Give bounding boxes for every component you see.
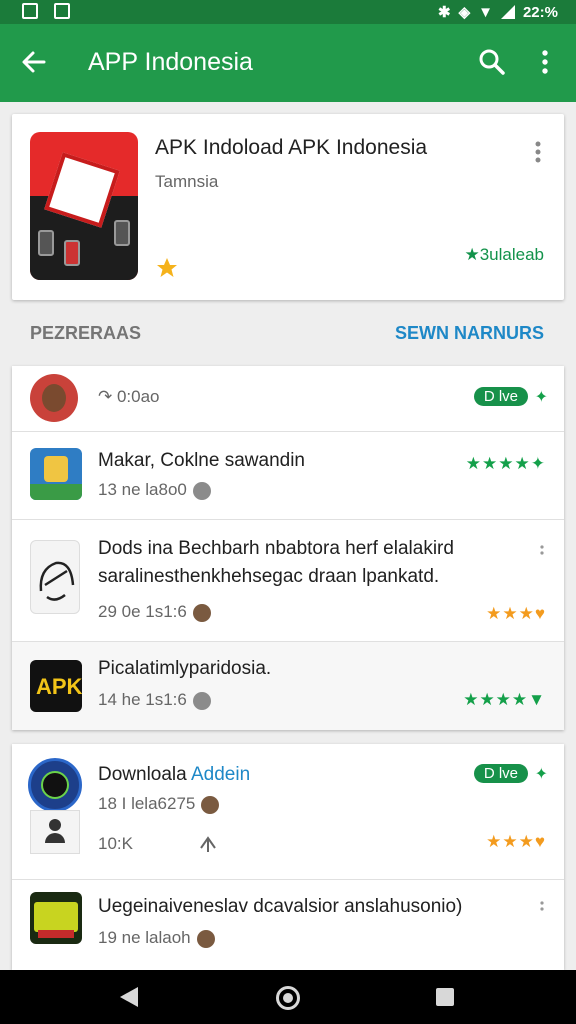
app-rating: ★3ulaleab xyxy=(464,245,544,264)
app-developer: Tamnsia xyxy=(155,172,219,191)
user-avatar-icon xyxy=(192,603,211,622)
user-avatar-icon xyxy=(201,795,220,814)
app-logo-icon xyxy=(30,132,138,280)
list-item-subtitle: 29 0e 1s1:6 xyxy=(98,602,211,622)
list-item-subtitle: 19 ne lalaoh xyxy=(98,928,215,948)
list-item-title-line2: saralinesthenkhehsegac draan lpankatd. xyxy=(98,566,440,587)
list-item-title: Uegeinaiveneslav dcavalsior anslahusonio… xyxy=(98,896,463,917)
app-title: APK Indoload APK Indonesia xyxy=(155,136,428,159)
list-item[interactable]: APK Picalatimlyparidosia. 14 he 1s1:6 ★★… xyxy=(12,642,564,730)
gear-icon xyxy=(192,481,211,500)
user-placeholder-icon xyxy=(30,810,80,854)
card-more-icon[interactable] xyxy=(534,140,542,164)
app-icon xyxy=(28,758,82,812)
badge-star-icon xyxy=(157,258,177,277)
row-more-icon[interactable] xyxy=(538,544,546,556)
spark-icon: ✦ xyxy=(534,766,548,783)
row-more-icon[interactable] xyxy=(538,900,546,912)
list-item-subtitle: 18 I lela6275 xyxy=(98,794,220,814)
rating-stars: ★★★★▼ xyxy=(463,690,546,709)
bluetooth-icon: ✱ xyxy=(437,4,451,21)
share-icon[interactable] xyxy=(198,834,218,854)
message-notification-icon xyxy=(54,3,70,19)
more-vert-icon[interactable] xyxy=(536,48,554,76)
back-arrow-icon[interactable] xyxy=(20,48,48,76)
list-item-title: Dods ina Bechbarh nbabtora herf elalakir… xyxy=(98,538,454,559)
wifi-icon: ▼ xyxy=(478,3,493,21)
app-list-card: ↷ 0:0ao D lve ✦ Makar, Coklne sawandin 1… xyxy=(12,366,564,730)
user-avatar-icon xyxy=(196,929,215,948)
app-icon xyxy=(30,448,82,500)
nav-back-icon[interactable] xyxy=(120,987,138,1007)
app-list-card-2: Downloala Addein 18 I lela6275 10:K D lv… xyxy=(12,744,564,970)
gear-icon xyxy=(192,691,211,710)
section-action-link[interactable]: SEWN NARNURS xyxy=(395,323,544,344)
rating-stars: ★★★♥ xyxy=(486,832,546,851)
nav-recents-icon[interactable] xyxy=(436,988,454,1006)
list-item[interactable]: Makar, Coklne sawandin 13 ne la8o0 ★★★★✦ xyxy=(12,432,564,520)
list-item-title: Makar, Coklne sawandin xyxy=(98,450,305,471)
status-bar: ✱ ◈ ▼ 22:% xyxy=(0,0,576,24)
list-item[interactable]: Uegeinaiveneslav dcavalsior anslahusonio… xyxy=(12,880,564,970)
app-detail-card[interactable]: APK Indoload APK Indonesia Tamnsia ★3ula… xyxy=(12,114,564,300)
app-icon: APK xyxy=(30,660,82,712)
nav-home-icon[interactable] xyxy=(276,986,300,1010)
list-item[interactable]: Dods ina Bechbarh nbabtora herf elalakir… xyxy=(12,520,564,642)
status-badge[interactable]: D lve xyxy=(473,387,528,406)
list-item-title: Picalatimlyparidosia. xyxy=(98,658,272,679)
list-item[interactable]: Downloala Addein 18 I lela6275 10:K D lv… xyxy=(12,744,564,880)
list-item-size: 10:K xyxy=(98,834,133,853)
signal-icon xyxy=(500,5,515,19)
system-nav-bar xyxy=(0,970,576,1024)
avatar xyxy=(30,374,78,422)
rating-stars: ★★★★✦ xyxy=(465,454,546,473)
app-bar: APP Indonesia xyxy=(0,24,576,102)
status-time: 22:% xyxy=(522,3,558,21)
gallery-notification-icon xyxy=(22,3,38,19)
app-icon xyxy=(30,892,82,944)
rating-stars: ★★★♥ xyxy=(486,604,546,623)
vibrate-icon: ◈ xyxy=(458,4,471,21)
list-item-subtitle: 14 he 1s1:6 xyxy=(98,690,211,710)
search-icon[interactable] xyxy=(478,48,506,76)
list-item-subtitle: 13 ne la8o0 xyxy=(98,480,211,500)
page-title: APP Indonesia xyxy=(88,48,253,76)
list-item-subtitle: ↷ 0:0ao xyxy=(98,387,160,406)
app-icon xyxy=(30,540,80,614)
spark-icon: ✦ xyxy=(534,389,548,406)
status-badge[interactable]: D lve xyxy=(473,764,528,783)
list-item-title: Downloala Addein xyxy=(98,764,251,785)
section-title: PEZRERAAS xyxy=(30,323,142,343)
list-item[interactable]: ↷ 0:0ao D lve ✦ xyxy=(12,366,564,432)
